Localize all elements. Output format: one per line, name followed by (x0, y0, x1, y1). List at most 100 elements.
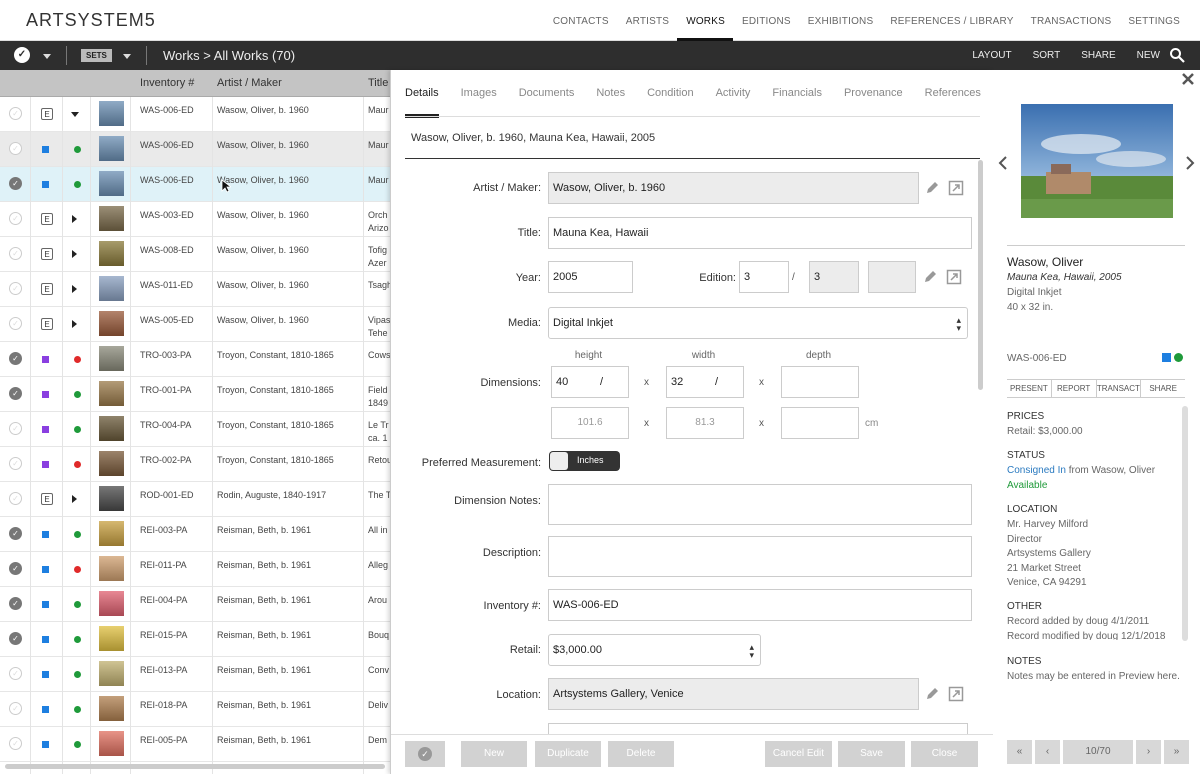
first-record-icon[interactable]: « (1007, 740, 1032, 764)
report-button[interactable]: REPORT (1052, 380, 1097, 397)
artwork-thumbnail[interactable] (99, 696, 124, 721)
row-check-icon[interactable]: ✓ (9, 282, 22, 295)
save-button[interactable]: Save (838, 741, 905, 767)
row-check-icon[interactable]: ✓ (9, 562, 22, 575)
table-row[interactable]: ✓ E WAS-003-ED Wasow, Oliver, b. 1960 Orch Ar… (0, 202, 390, 237)
expand-caret-icon[interactable] (72, 250, 77, 258)
row-check-icon[interactable]: ✓ (9, 142, 22, 155)
width-field[interactable]: 32 / (666, 366, 744, 398)
artwork-thumbnail[interactable] (99, 451, 124, 476)
table-row[interactable]: ✓ WAS-006-ED Wasow, Oliver, b. 1960 Maur (0, 167, 390, 202)
transact-button[interactable]: TRANSACT (1097, 380, 1142, 397)
artwork-thumbnail[interactable] (99, 381, 124, 406)
row-check-icon[interactable]: ✓ (9, 632, 22, 645)
artwork-thumbnail[interactable] (99, 626, 124, 651)
tab-condition[interactable]: Condition (647, 70, 693, 118)
table-row[interactable]: ✓ REI-004-PA Reisman, Beth, b. 1961 Arou (0, 587, 390, 622)
tab-notes[interactable]: Notes (596, 70, 625, 118)
nav-item-transactions[interactable]: TRANSACTIONS (1022, 0, 1120, 41)
chevron-down-icon[interactable] (43, 54, 51, 59)
preview-scrollbar[interactable] (1182, 406, 1188, 641)
open-link-icon[interactable] (948, 180, 964, 196)
table-row[interactable]: ✓ E WAS-005-ED Wasow, Oliver, b. 1960 Vipas T… (0, 307, 390, 342)
row-check-icon[interactable]: ✓ (9, 387, 22, 400)
column-header-inventory[interactable]: Inventory # (140, 77, 194, 89)
expand-caret-icon[interactable] (72, 495, 77, 503)
tab-references[interactable]: References (925, 70, 981, 118)
tab-details[interactable]: Details (405, 70, 439, 118)
row-check-icon[interactable]: ✓ (9, 317, 22, 330)
table-row[interactable]: ✓ E ROD-001-ED Rodin, Auguste, 1840-1917 The… (0, 482, 390, 517)
tab-images[interactable]: Images (461, 70, 497, 118)
table-row[interactable]: ✓ E WAS-006-ED Wasow, Oliver, b. 1960 Maur (0, 97, 390, 132)
nav-item-contacts[interactable]: CONTACTS (544, 0, 617, 41)
layout-button[interactable]: LAYOUT (972, 50, 1011, 61)
row-check-icon[interactable]: ✓ (9, 492, 22, 505)
row-check-icon[interactable]: ✓ (9, 107, 22, 120)
row-check-icon[interactable]: ✓ (9, 527, 22, 540)
table-row[interactable]: ✓ REI-011-PA Reisman, Beth, b. 1961 Alleg (0, 552, 390, 587)
table-row[interactable]: ✓ TRO-003-PA Troyon, Constant, 1810-1865 Co… (0, 342, 390, 377)
row-check-icon[interactable]: ✓ (9, 702, 22, 715)
depth-field[interactable] (781, 366, 859, 398)
row-check-icon[interactable]: ✓ (9, 247, 22, 260)
select-all-check-icon[interactable]: ✓ (14, 47, 30, 63)
dimension-notes-field[interactable] (548, 484, 972, 525)
retail-select[interactable]: $3,000.00 ▴ ▾ (548, 634, 761, 666)
search-icon[interactable] (1169, 47, 1185, 63)
edition-number-field[interactable]: 3 (739, 261, 789, 293)
column-header-title[interactable]: Title (368, 77, 388, 89)
next-record-icon[interactable]: › (1136, 740, 1161, 764)
delete-button[interactable]: Delete (608, 741, 674, 767)
height-field[interactable]: 40 / (551, 366, 629, 398)
media-select[interactable]: Digital Inkjet ▴ ▾ (548, 307, 968, 339)
chevron-right-icon[interactable] (1185, 155, 1195, 171)
artwork-thumbnail[interactable] (99, 346, 124, 371)
close-icon[interactable] (1182, 73, 1194, 85)
row-check-icon[interactable]: ✓ (9, 667, 22, 680)
cancel-edit-button[interactable]: Cancel Edit (765, 741, 832, 767)
artwork-thumbnail[interactable] (99, 276, 124, 301)
artwork-thumbnail[interactable] (99, 171, 124, 196)
table-row[interactable]: ✓ REI-013-PA Reisman, Beth, b. 1961 Conv (0, 657, 390, 692)
table-row[interactable]: ✓ E WAS-008-ED Wasow, Oliver, b. 1960 Tofig A… (0, 237, 390, 272)
edit-pencil-icon[interactable] (924, 180, 940, 196)
detail-scrollbar[interactable] (978, 160, 983, 390)
nav-item-references-library[interactable]: REFERENCES / LIBRARY (881, 0, 1021, 41)
consigned-link[interactable]: Consigned In (1007, 465, 1066, 476)
last-record-icon[interactable]: » (1164, 740, 1189, 764)
expand-caret-icon[interactable] (72, 215, 77, 223)
nav-item-exhibitions[interactable]: EXHIBITIONS (799, 0, 882, 41)
artist-field[interactable]: Wasow, Oliver, b. 1960 (548, 172, 919, 204)
row-check-icon[interactable]: ✓ (9, 177, 22, 190)
inventory-field[interactable]: WAS-006-ED (548, 589, 972, 621)
edition-total-field[interactable]: 3 (809, 261, 859, 293)
row-check-icon[interactable]: ✓ (9, 212, 22, 225)
table-row[interactable]: ✓ REI-015-PA Reisman, Beth, b. 1961 Bouq (0, 622, 390, 657)
expand-caret-icon[interactable] (72, 285, 77, 293)
artwork-thumbnail[interactable] (99, 486, 124, 511)
check-icon[interactable]: ✓ (405, 741, 445, 767)
artwork-thumbnail[interactable] (99, 311, 124, 336)
table-row[interactable]: ✓ REI-003-PA Reisman, Beth, b. 1961 All in (0, 517, 390, 552)
open-link-icon[interactable] (946, 269, 962, 285)
table-row[interactable]: ✓ TRO-001-PA Troyon, Constant, 1810-1865 Fi… (0, 377, 390, 412)
edition-extra-field[interactable] (868, 261, 916, 293)
artwork-thumbnail[interactable] (99, 591, 124, 616)
grid-horizontal-scrollbar[interactable] (5, 764, 385, 769)
app-logo[interactable]: ARTSYSTEM5 (26, 10, 156, 31)
row-check-icon[interactable]: ✓ (9, 457, 22, 470)
nav-item-artists[interactable]: ARTISTS (617, 0, 677, 41)
present-button[interactable]: PRESENT (1007, 380, 1052, 397)
share-button[interactable]: SHARE (1141, 380, 1185, 397)
artwork-image[interactable] (1021, 104, 1173, 218)
artwork-thumbnail[interactable] (99, 521, 124, 546)
description-field[interactable] (548, 536, 972, 577)
tab-financials[interactable]: Financials (772, 70, 822, 118)
sets-button[interactable]: SETS (81, 49, 112, 62)
row-check-icon[interactable]: ✓ (9, 422, 22, 435)
edit-pencil-icon[interactable] (922, 269, 938, 285)
sets-chevron-down-icon[interactable] (123, 54, 131, 59)
artwork-thumbnail[interactable] (99, 241, 124, 266)
artwork-thumbnail[interactable] (99, 206, 124, 231)
